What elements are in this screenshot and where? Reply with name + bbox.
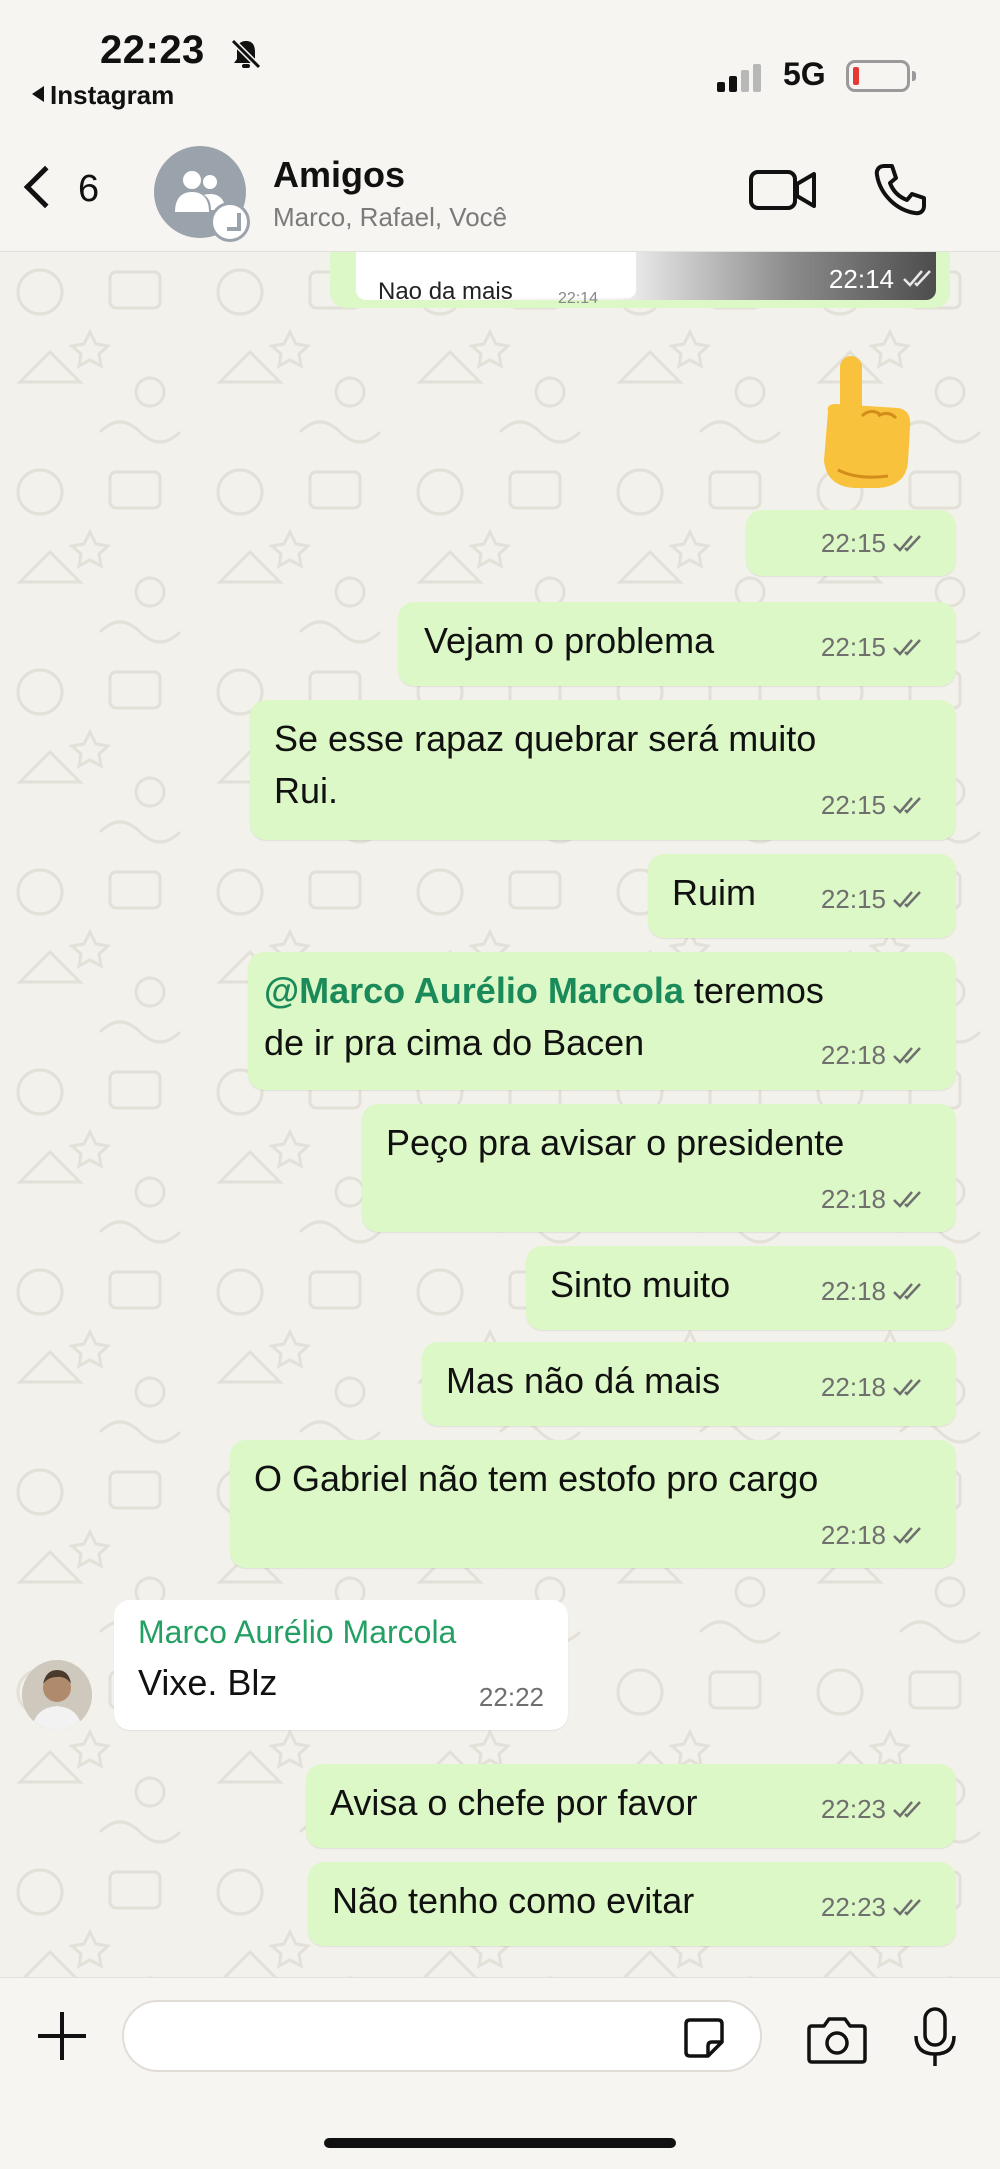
message-time: 22:18 [820,1276,886,1306]
person-photo-icon [22,1660,92,1730]
message-meta: 22:23 [821,1794,926,1825]
message-meta: 22:15 [821,528,926,559]
message-meta: 22:15 [821,632,926,663]
incoming-message-bubble[interactable]: Marco Aurélio Marcola Vixe. Blz 22:22 [114,1600,568,1730]
message-time: 22:14 [828,264,894,294]
message-meta: 22:18 [821,1184,926,1215]
message-text: Vixe. Blz [138,1662,278,1703]
message-bubble[interactable]: Sinto muito 22:18 [526,1246,956,1330]
chevron-left-icon [23,165,67,209]
composer-bar [0,1977,1000,2169]
sender-avatar[interactable] [22,1660,92,1730]
message-bubble[interactable]: @Marco Aurélio Marcola teremos de ir pra… [248,952,956,1090]
read-ticks-icon [893,1283,921,1300]
battery-level [853,67,859,85]
camera-icon[interactable] [806,2014,868,2066]
chat-title[interactable]: Amigos [273,154,405,196]
message-meta: 22:15 [821,790,926,821]
message-text: Vejam o problema [424,620,715,661]
network-type: 5G [783,56,826,92]
quoted-time: 22:14 [558,290,599,307]
pointing-up-emoji[interactable] [808,352,918,492]
read-ticks-icon [893,1191,921,1208]
message-time: 22:18 [820,1372,886,1402]
message-time: 22:23 [820,1892,886,1922]
attach-plus-icon[interactable] [34,2008,90,2064]
back-button[interactable]: 6 [18,160,128,220]
message-meta: 22:23 [821,1892,926,1923]
message-text-line1: Se esse rapaz quebrar será muito [274,718,817,759]
message-meta: 22:18 [821,1040,926,1071]
message-time: 22:18 [820,1040,886,1070]
message-text-line2: de ir pra cima do Bacen [264,1022,645,1063]
read-ticks-icon [893,535,921,552]
group-avatar[interactable] [154,146,250,242]
back-app-label: Instagram [50,80,175,110]
community-badge-icon [210,202,250,242]
message-text-rest: teremos [683,970,824,1011]
message-text-line2: Rui. [274,770,339,811]
read-ticks-icon [893,639,921,656]
message-text: O Gabriel não tem estofo pro cargo [254,1458,819,1499]
message-meta: 22:18 [821,1520,926,1551]
message-time: 22:22 [478,1682,544,1712]
battery-icon [846,60,916,92]
message-text-line1: @Marco Aurélio Marcola teremos [264,966,824,1016]
read-ticks-icon [893,797,921,814]
phone-call-icon[interactable] [870,160,930,220]
chat-area[interactable]: Nao da mais 22:14 22:14 22:15 Vejam o pr… [0,252,1000,1977]
back-to-app-link[interactable]: Instagram [32,80,174,111]
message-bubble[interactable]: Avisa o chefe por favor 22:23 [306,1764,956,1848]
read-ticks-icon [893,1379,921,1396]
read-ticks-icon [893,1527,921,1544]
message-time: 22:15 [820,790,886,820]
message-time: 22:15 [820,528,886,558]
video-call-icon[interactable] [748,168,818,212]
unread-count: 6 [78,168,100,210]
message-bubble[interactable]: Mas não dá mais 22:18 [422,1342,956,1426]
message-bubble[interactable]: Peço pra avisar o presidente 22:18 [362,1104,956,1232]
sticker-icon[interactable] [682,2016,726,2060]
home-indicator[interactable] [324,2138,676,2148]
message-bubble[interactable]: Vejam o problema 22:15 [398,602,956,686]
image-message[interactable]: Nao da mais 22:14 22:14 [330,252,950,308]
message-bubble[interactable]: Não tenho como evitar 22:23 [308,1862,956,1946]
message-bubble[interactable]: Se esse rapaz quebrar será muito Rui. 22… [250,700,956,840]
message-bubble[interactable]: Ruim 22:15 [648,854,956,938]
status-time: 22:23 [100,28,205,72]
message-time: 22:15 [820,884,886,914]
message-text: Ruim [672,872,757,913]
microphone-icon[interactable] [910,2006,960,2070]
message-time: 22:18 [820,1520,886,1550]
read-ticks-icon [893,1899,921,1916]
message-text: Peço pra avisar o presidente [386,1122,845,1163]
message-text: Avisa o chefe por favor [330,1782,698,1823]
message-bubble[interactable]: 22:15 [746,510,956,576]
message-bubble[interactable]: O Gabriel não tem estofo pro cargo 22:18 [230,1440,956,1568]
message-time: 22:23 [820,1794,886,1824]
message-input[interactable] [122,2000,762,2072]
message-time: 22:18 [820,1184,886,1214]
message-meta: 22:18 [821,1372,926,1403]
message-text: Sinto muito [550,1264,731,1305]
read-ticks-icon [893,1801,921,1818]
top-area: 22:23 Instagram 5G 6 Amigos Marco, Rafae… [0,0,1000,252]
signal-strength-icon [717,62,767,92]
message-time: 22:15 [820,632,886,662]
read-ticks-icon [893,1047,921,1064]
sender-name[interactable]: Marco Aurélio Marcola [138,1614,456,1651]
back-triangle-icon [32,86,44,102]
message-text: Não tenho como evitar [332,1880,695,1921]
message-text: Mas não dá mais [446,1360,721,1401]
read-ticks-icon [893,891,921,908]
bell-off-icon [230,38,262,70]
read-ticks-icon [903,270,931,287]
message-meta: 22:15 [821,884,926,915]
quoted-text: Nao da mais [378,278,513,305]
chat-members[interactable]: Marco, Rafael, Você [273,202,507,233]
user-mention[interactable]: @Marco Aurélio Marcola [264,970,684,1011]
message-meta: 22:18 [821,1276,926,1307]
